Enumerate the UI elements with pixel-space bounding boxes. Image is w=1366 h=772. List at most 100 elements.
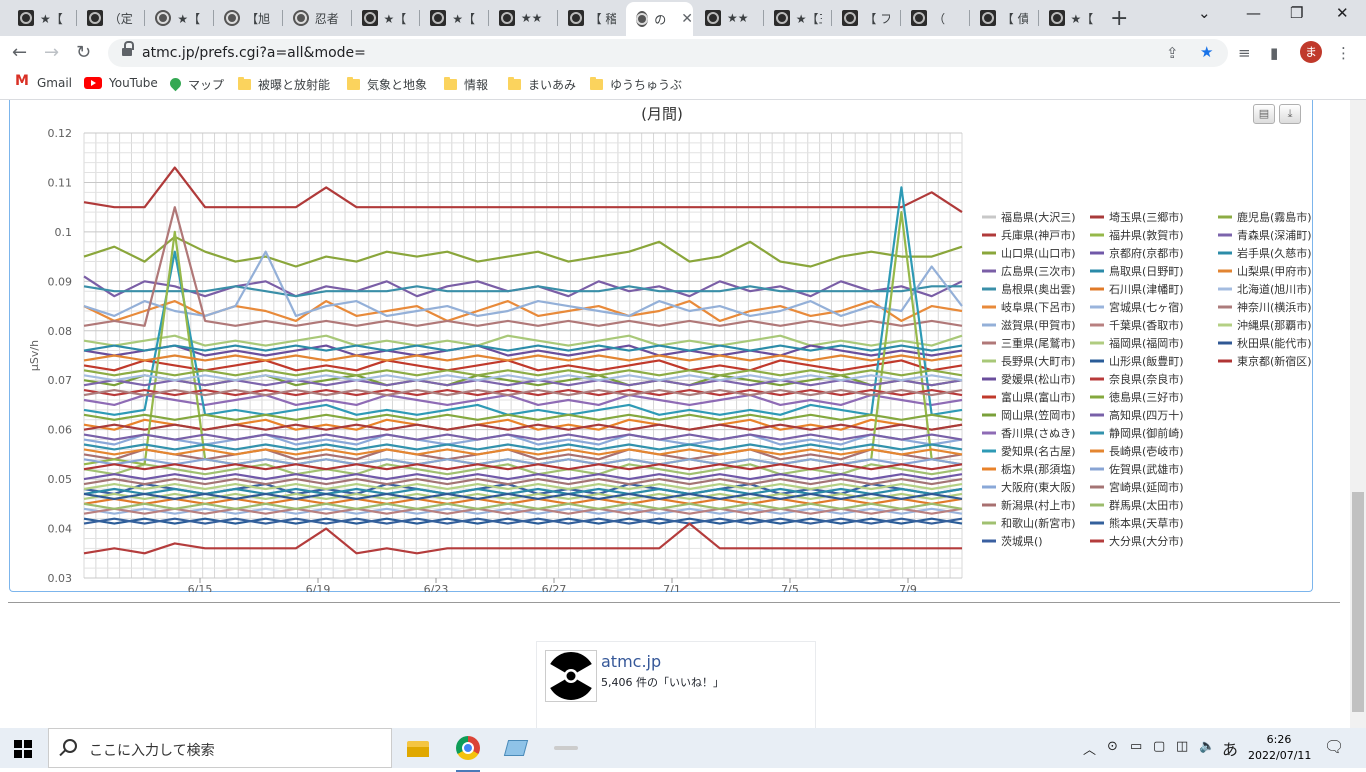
legend-item: 東京都(新宿区): [1237, 354, 1312, 368]
bookmark-item[interactable]: まいあみ: [508, 76, 576, 93]
browser-tab[interactable]: ★★: [489, 4, 556, 32]
x-tick-label: 6/15: [188, 583, 213, 592]
minimize-button[interactable]: —: [1246, 4, 1261, 22]
chrome-icon[interactable]: [454, 734, 482, 772]
browser-tab[interactable]: 【 フ: [832, 4, 899, 32]
reading-list-icon[interactable]: ≡: [1238, 44, 1251, 62]
battery-icon[interactable]: ▭: [1130, 739, 1142, 754]
browser-tab[interactable]: 忍者: [283, 4, 350, 32]
browser-tab[interactable]: 【旭: [214, 4, 281, 32]
legend-item: 和歌山(新宮市): [1001, 516, 1076, 530]
legend-item: 神奈川(横浜市): [1237, 300, 1312, 314]
bookmark-item[interactable]: YouTube: [84, 76, 158, 90]
side-panel-icon[interactable]: ▮: [1270, 44, 1278, 62]
notification-icon[interactable]: 🗨: [1324, 737, 1344, 756]
location-icon[interactable]: ⊙: [1107, 739, 1118, 754]
lock-icon[interactable]: [122, 41, 134, 58]
bookmark-label: マップ: [188, 78, 225, 92]
browser-tab[interactable]: ★【: [8, 4, 75, 32]
address-bar[interactable]: atmc.jp/prefs.cgi?a=all&mode= ⇪ ★: [108, 39, 1228, 67]
profile-avatar[interactable]: ま: [1300, 41, 1322, 63]
clock-time: 6:26: [1266, 733, 1292, 746]
browser-tab[interactable]: ★【三: [764, 4, 831, 32]
bookmark-star-icon[interactable]: ★: [1200, 43, 1213, 61]
bookmark-item[interactable]: Gmail: [14, 73, 72, 90]
browser-tab[interactable]: ★【: [1039, 4, 1106, 32]
legend-item: 富山県(富山市): [1001, 390, 1076, 404]
ime-indicator[interactable]: あ: [1222, 736, 1238, 760]
globe-icon: [224, 10, 241, 26]
browser-tab[interactable]: の ✕: [626, 2, 693, 36]
bookmark-label: YouTube: [109, 76, 158, 90]
maximize-button[interactable]: ❐: [1290, 4, 1303, 22]
menu-kebab-icon[interactable]: ⋮: [1336, 44, 1351, 62]
youtube-icon: [84, 77, 102, 89]
taskbar-search-placeholder[interactable]: ここに入力して検索: [89, 740, 215, 760]
close-tab-icon[interactable]: ✕: [681, 11, 693, 27]
bookmark-item[interactable]: 被曝と放射能: [238, 76, 330, 93]
browser-tab[interactable]: ★★: [695, 4, 762, 32]
bookmark-item[interactable]: 気象と地象: [347, 76, 427, 93]
bookmark-item[interactable]: マップ: [170, 76, 224, 93]
site-favicon: [842, 10, 859, 26]
browser-tab[interactable]: ★【: [420, 4, 487, 32]
legend-item: 石川県(津幡町): [1109, 282, 1184, 296]
facebook-page-widget[interactable]: atmc.jp 5,406 件の「いいね！」: [536, 641, 816, 728]
browser-tab[interactable]: ★【: [352, 4, 419, 32]
tab-title: の: [654, 12, 667, 27]
volume-icon[interactable]: 🔈: [1199, 739, 1215, 754]
display-icon[interactable]: ▢: [1153, 739, 1165, 754]
url-text[interactable]: atmc.jp/prefs.cgi?a=all&mode=: [142, 45, 366, 61]
bookmark-label: ゆうちゅうぶ: [610, 78, 683, 92]
close-window-button[interactable]: ✕: [1336, 4, 1349, 22]
reload-icon[interactable]: ↻: [76, 42, 91, 63]
bookmark-item[interactable]: ゆうちゅうぶ: [590, 76, 682, 93]
radiation-logo-icon[interactable]: [545, 650, 597, 702]
browser-tab[interactable]: （定: [77, 4, 144, 32]
y-tick-label: 0.09: [48, 275, 73, 288]
bookmark-label: まいあみ: [528, 78, 577, 92]
tray-overflow-icon[interactable]: ︿: [1083, 739, 1096, 758]
y-tick-label: 0.04: [48, 523, 73, 536]
legend-item: 岐阜県(下呂市): [1001, 300, 1076, 314]
search-icon: [63, 739, 77, 753]
share-icon[interactable]: ⇪: [1166, 44, 1179, 62]
legend-item: 愛媛県(松山市): [1001, 372, 1076, 386]
back-arrow-icon[interactable]: ←: [12, 42, 27, 63]
system-clock[interactable]: 6:26 2022/07/11: [1248, 732, 1311, 764]
browser-tab[interactable]: 【 債: [970, 4, 1037, 32]
new-tab-button[interactable]: +: [1110, 6, 1128, 31]
airplane-app-icon[interactable]: [552, 734, 580, 762]
legend-item: 奈良県(奈良市): [1109, 372, 1184, 386]
tab-separator: [281, 10, 283, 26]
legend-item: 高知県(四万十): [1109, 408, 1184, 422]
tab-title: 忍者: [314, 11, 339, 26]
forward-arrow-icon[interactable]: →: [44, 42, 59, 63]
site-favicon: [911, 10, 928, 26]
site-favicon: [18, 10, 34, 26]
network-icon[interactable]: ◫: [1176, 739, 1188, 754]
notepad-app-icon[interactable]: [502, 734, 530, 762]
taskbar-search-box[interactable]: ここに入力して検索: [48, 728, 392, 768]
scrollbar-thumb[interactable]: [1352, 492, 1364, 712]
windows-start-icon[interactable]: [14, 740, 32, 758]
legend-item: 埼玉県(三郷市): [1109, 210, 1184, 224]
gmail-icon: [14, 73, 30, 89]
tab-separator: [350, 10, 352, 26]
legend-item: 島根県(奥出雲): [1001, 282, 1076, 296]
browser-tab[interactable]: 【 稽: [558, 4, 625, 32]
globe-icon: [636, 11, 649, 27]
browser-tab[interactable]: ★【: [145, 4, 212, 32]
legend-item: 北海道(旭川市): [1237, 282, 1312, 296]
facebook-page-name[interactable]: atmc.jp: [601, 652, 661, 671]
maps-icon: [170, 78, 181, 92]
browser-tab[interactable]: （: [901, 4, 968, 32]
legend-item: 広島県(三次市): [1001, 264, 1076, 278]
x-tick-label: 6/27: [542, 583, 567, 592]
file-explorer-icon[interactable]: [404, 734, 432, 762]
tab-search-icon[interactable]: ⌄: [1198, 4, 1211, 22]
tab-title: ★【: [40, 11, 63, 26]
y-tick-label: 0.1: [55, 226, 73, 239]
legend-item: 山形県(飯豊町): [1109, 354, 1184, 368]
bookmark-item[interactable]: 情報: [444, 76, 488, 93]
